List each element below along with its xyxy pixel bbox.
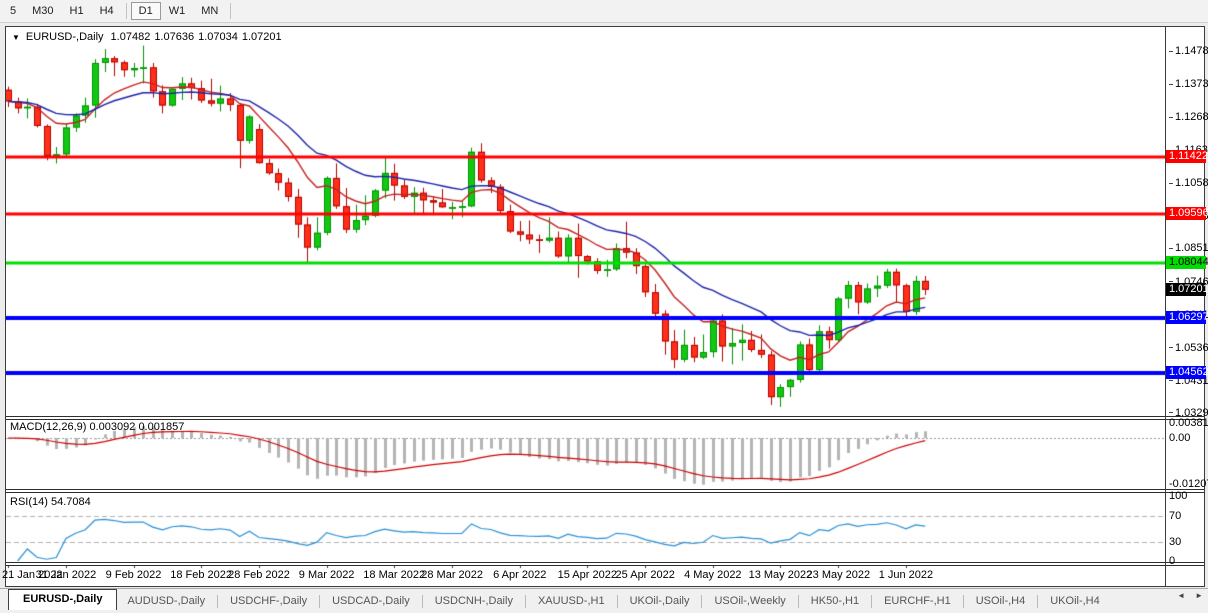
tab-separator	[617, 595, 618, 608]
chart-title: ▼ EURUSD-,Daily 1.07482 1.07636 1.07034 …	[12, 31, 282, 43]
toolbar-separator	[230, 3, 231, 19]
ohlc-high: 1.07636	[154, 31, 194, 43]
price-badge-104562: 1.04562	[1166, 366, 1206, 379]
tab-separator	[319, 595, 320, 608]
chart-tab-ukoil-h4[interactable]: UKOil-,H4	[1040, 592, 1110, 610]
date-label: 15 Apr 2022	[558, 569, 617, 581]
scroll-right-icon[interactable]: ►	[1195, 591, 1203, 600]
price-badge-111422: 1.11422	[1166, 150, 1206, 163]
tab-scroll-controls: ◄ ►	[1177, 591, 1203, 600]
scroll-left-icon[interactable]: ◄	[1177, 591, 1185, 600]
macd-label: MACD(12,26,9) 0.003092 0.001857	[10, 421, 184, 433]
timeframe-button-w1[interactable]: W1	[161, 2, 194, 20]
chart-tab-xauusd-h1[interactable]: XAUUSD-,H1	[528, 592, 615, 610]
price-badge-108044: 1.08044	[1166, 256, 1206, 269]
chart-tab-usoil-h4[interactable]: USOil-,H4	[966, 592, 1036, 610]
date-label: 28 Mar 2022	[421, 569, 483, 581]
panel-splitter-dates[interactable]	[6, 562, 1204, 566]
price-badge-107201: 1.07201	[1166, 283, 1206, 296]
chart-tab-usdcad-daily[interactable]: USDCAD-,Daily	[322, 592, 420, 610]
chart-tab-ukoil-daily[interactable]: UKOil-,Daily	[620, 592, 700, 610]
date-label: 13 May 2022	[749, 569, 813, 581]
price-tick: 1.13730	[1169, 78, 1208, 90]
chart-tab-usdcnh-daily[interactable]: USDCNH-,Daily	[425, 592, 523, 610]
toolbar-separator	[126, 3, 127, 19]
chart-tab-eurchf-h1[interactable]: EURCHF-,H1	[874, 592, 961, 610]
rsi-label: RSI(14) 54.7084	[10, 496, 91, 508]
timeframe-button-d1[interactable]: D1	[131, 2, 161, 20]
date-label: 18 Feb 2022	[170, 569, 232, 581]
rsi-axis-tick: 70	[1169, 510, 1181, 522]
price-tick: 1.14780	[1169, 45, 1208, 57]
timeframe-button-5[interactable]: 5	[2, 2, 24, 20]
timeframe-button-mn[interactable]: MN	[193, 2, 226, 20]
date-label: 28 Feb 2022	[228, 569, 290, 581]
mt4-terminal: 5M30H1H4 D1W1MN ▼ EURUSD-,Daily 1.07482 1…	[0, 0, 1208, 613]
tab-separator	[217, 595, 218, 608]
panel-splitter-macd[interactable]	[6, 416, 1204, 420]
chart-tab-audusd-daily[interactable]: AUDUSD-,Daily	[117, 592, 215, 610]
tab-separator	[963, 595, 964, 608]
date-label: 6 Apr 2022	[493, 569, 546, 581]
price-badge-109596: 1.09596	[1166, 207, 1206, 220]
chart-tab-eurusd-daily[interactable]: EURUSD-,Daily	[8, 589, 117, 610]
rsi-axis-tick: 100	[1169, 490, 1187, 502]
macd-axis-tick: 0.00	[1169, 432, 1190, 444]
date-label: 23 May 2022	[807, 569, 871, 581]
price-tick: 1.12680	[1169, 111, 1208, 123]
chart-tab-hk50-h1[interactable]: HK50-,H1	[801, 592, 869, 610]
rsi-axis-tick: 0	[1169, 555, 1175, 567]
date-label: 9 Feb 2022	[106, 569, 162, 581]
chart-tab-usoil-weekly[interactable]: USOil-,Weekly	[704, 592, 795, 610]
macd-axis-tick: 0.003814	[1169, 417, 1208, 429]
price-axis-divider	[1165, 27, 1166, 586]
date-label: 18 Mar 2022	[363, 569, 425, 581]
timeframe-button-h1[interactable]: H1	[62, 2, 92, 20]
timeframe-toolbar: 5M30H1H4 D1W1MN	[0, 0, 1208, 23]
tab-separator	[422, 595, 423, 608]
price-tick: 1.05360	[1169, 342, 1208, 354]
tab-separator	[1037, 595, 1038, 608]
ohlc-open: 1.07482	[111, 31, 151, 43]
date-label: 31 Jan 2022	[36, 569, 97, 581]
date-label: 1 Jun 2022	[879, 569, 933, 581]
timeframe-button-h4[interactable]: H4	[92, 2, 122, 20]
price-badge-106297: 1.06297	[1166, 311, 1206, 324]
chart-tab-bar: EURUSD-,DailyAUDUSD-,Daily USDCHF-,Daily U…	[0, 588, 1208, 613]
price-chart-canvas[interactable]	[6, 27, 1165, 586]
tab-separator	[871, 595, 872, 608]
price-tick: 1.10580	[1169, 177, 1208, 189]
price-tick: 1.08510	[1169, 242, 1208, 254]
symbol-label: EURUSD-,Daily	[26, 31, 104, 43]
chart-tab-usdchf-daily[interactable]: USDCHF-,Daily	[220, 592, 317, 610]
ohlc-close: 1.07201	[242, 31, 282, 43]
date-label: 9 Mar 2022	[299, 569, 355, 581]
rsi-axis-tick: 30	[1169, 536, 1181, 548]
collapse-arrow-icon[interactable]: ▼	[12, 33, 20, 42]
tab-separator	[701, 595, 702, 608]
date-label: 25 Apr 2022	[616, 569, 675, 581]
ohlc-low: 1.07034	[198, 31, 238, 43]
date-label: 4 May 2022	[684, 569, 741, 581]
tab-separator	[525, 595, 526, 608]
timeframe-button-m30[interactable]: M30	[24, 2, 61, 20]
panel-splitter-rsi[interactable]	[6, 489, 1204, 493]
tab-separator	[798, 595, 799, 608]
macd-axis-tick: -0.012072	[1169, 478, 1208, 490]
